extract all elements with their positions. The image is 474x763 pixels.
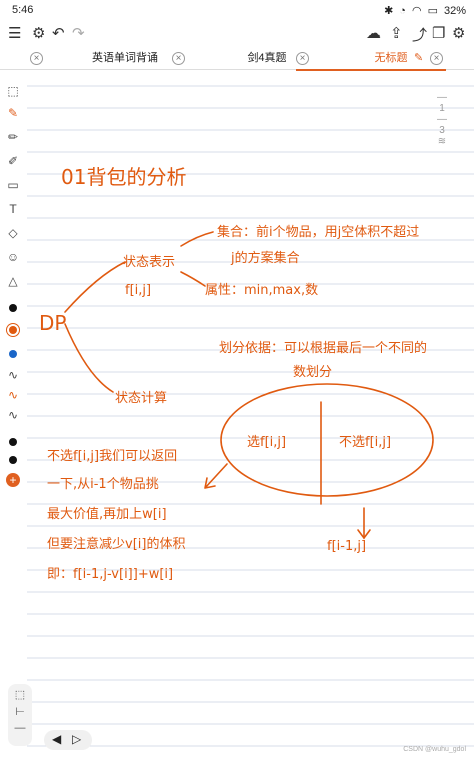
state-repr-label: 状态表示 [123,255,175,270]
pen-icon[interactable]: ✎ [6,106,20,120]
alarm-icon: ◔ [399,4,406,17]
bottom-tool-panel: ⬚ ⊢ — [8,684,32,746]
close-tab-icon[interactable]: × [172,52,185,65]
note-canvas[interactable]: 01背包的分析 DP 状态表示 f[i,j] 集合：前i个物品，用j空体积不超过… [27,76,474,758]
result-label: f[i-1,j] [327,539,366,554]
close-tab-icon[interactable]: × [296,52,309,65]
page-total: 3 [439,125,445,136]
copy-icon[interactable]: ❐ [432,24,445,42]
status-icons: ✱ ◔ ◠ ▭ 32% [384,4,466,18]
menu-icon[interactable]: ☰ [8,24,21,42]
connector-line [180,231,214,247]
stroke-thin-icon[interactable]: ∿ [6,368,20,382]
tab-english-words[interactable]: × 英语单词背诵 [30,47,180,69]
left-note-line-1: 不选f[i,j]我们可以返回 [47,449,177,464]
wifi-icon: ◠ [411,5,422,17]
set-desc-line-2: j的方案集合 [230,250,300,266]
ruler-icon[interactable]: ⊢ [8,705,32,718]
tab-label: 英语单词背诵 [92,52,158,64]
ruler-icon[interactable]: △ [6,274,20,288]
color-black-dot[interactable] [9,438,17,446]
lasso-icon[interactable]: ⬚ [6,84,20,98]
attr-label: 属性：min,max,数 [205,283,318,298]
set-desc-line-1: 集合：前i个物品，用j空体积不超过 [217,224,419,240]
page-current: 1 [439,103,445,114]
settings-icon[interactable]: ⚙ [452,24,465,42]
color-blue-dot[interactable] [9,350,17,358]
watermark: CSDN @wuhu_gdol [403,746,466,753]
eraser-icon[interactable]: ▭ [6,178,20,192]
shape-icon[interactable]: ◇ [6,226,20,240]
next-page-icon[interactable]: ▷ [72,732,81,746]
stroke-thick-icon[interactable]: ∿ [6,408,20,422]
line-icon[interactable]: — [8,722,32,734]
lasso-icon[interactable]: ⬚ [8,688,32,701]
cloud-sync-icon[interactable]: ☁ [366,24,381,42]
note-title: 01背包的分析 [61,165,186,189]
undo-icon[interactable]: ↶ [52,24,65,42]
divide-line-1: 划分依据：可以根据最后一个不同的 [219,340,427,356]
notebook-settings-icon[interactable]: ⚙ [32,24,45,42]
left-note-line-5: 即：f[i-1,j-v[i]]+w[i] [47,567,173,582]
tool-sidebar: ⬚ ✎ ✏ ✐ ▭ T ◇ ☺ △ ∿ ∿ ∿ + [0,78,26,498]
status-time: 5:46 [12,4,34,16]
arrow-left [204,463,228,489]
tab-untitled[interactable]: × 无标题 ✎ × [296,47,446,71]
redo-icon[interactable]: ↷ [72,24,85,42]
connector-line [64,323,114,393]
pick-label: 选f[i,j] [247,435,286,450]
layers-icon[interactable]: ≋ [432,136,452,147]
pencil-icon[interactable]: ✏ [6,130,20,144]
color-orange-dot[interactable] [9,326,17,334]
close-tab-icon[interactable]: × [30,52,43,65]
battery-icon: ▭ [427,5,438,17]
edit-title-icon[interactable]: ✎ [414,47,423,69]
divide-line-2: 数划分 [293,365,332,380]
color-black-dot[interactable] [9,304,17,312]
sticker-icon[interactable]: ☺ [6,250,20,264]
connector-line [64,261,126,313]
text-icon[interactable]: T [6,202,20,216]
close-tab-icon[interactable]: × [430,52,443,65]
left-note-line-3: 最大价值,再加上w[i] [47,506,167,522]
color-black-dot[interactable] [9,456,17,464]
page-up-icon[interactable]: — [432,92,452,103]
dp-label: DP [39,311,66,335]
prev-page-icon[interactable]: ◀ [52,732,61,746]
toolbar: ☰ ⚙ ↶ ↷ ☁ ⇪ ⤴ ❐ ⚙ [0,20,474,46]
share-icon[interactable]: ⤴ [412,24,427,45]
page-nav: ◀ ▷ [44,730,92,750]
nopick-label: 不选f[i,j] [339,435,391,450]
left-note-line-2: 一下,从i-1个物品挑 [47,477,159,492]
state-calc-label: 状态计算 [115,391,167,406]
page-divider: — [437,114,447,125]
status-bar: 5:46 ✱ ◔ ◠ ▭ 32% [0,0,474,20]
bluetooth-icon: ✱ [384,5,394,17]
fij-label: f[i,j] [125,283,151,298]
left-note-line-4: 但要注意减少v[i]的体积 [47,536,185,552]
stroke-medium-icon[interactable]: ∿ [6,388,20,402]
add-tool-icon[interactable]: + [6,473,20,487]
battery-level: 32% [443,4,466,17]
page-indicator: — 1 — 3 ≋ [432,92,452,147]
export-icon[interactable]: ⇪ [390,24,403,42]
highlighter-icon[interactable]: ✐ [6,154,20,168]
tab-bar: × 英语单词背诵 × 剑4真题 × 无标题 ✎ × [0,47,474,71]
